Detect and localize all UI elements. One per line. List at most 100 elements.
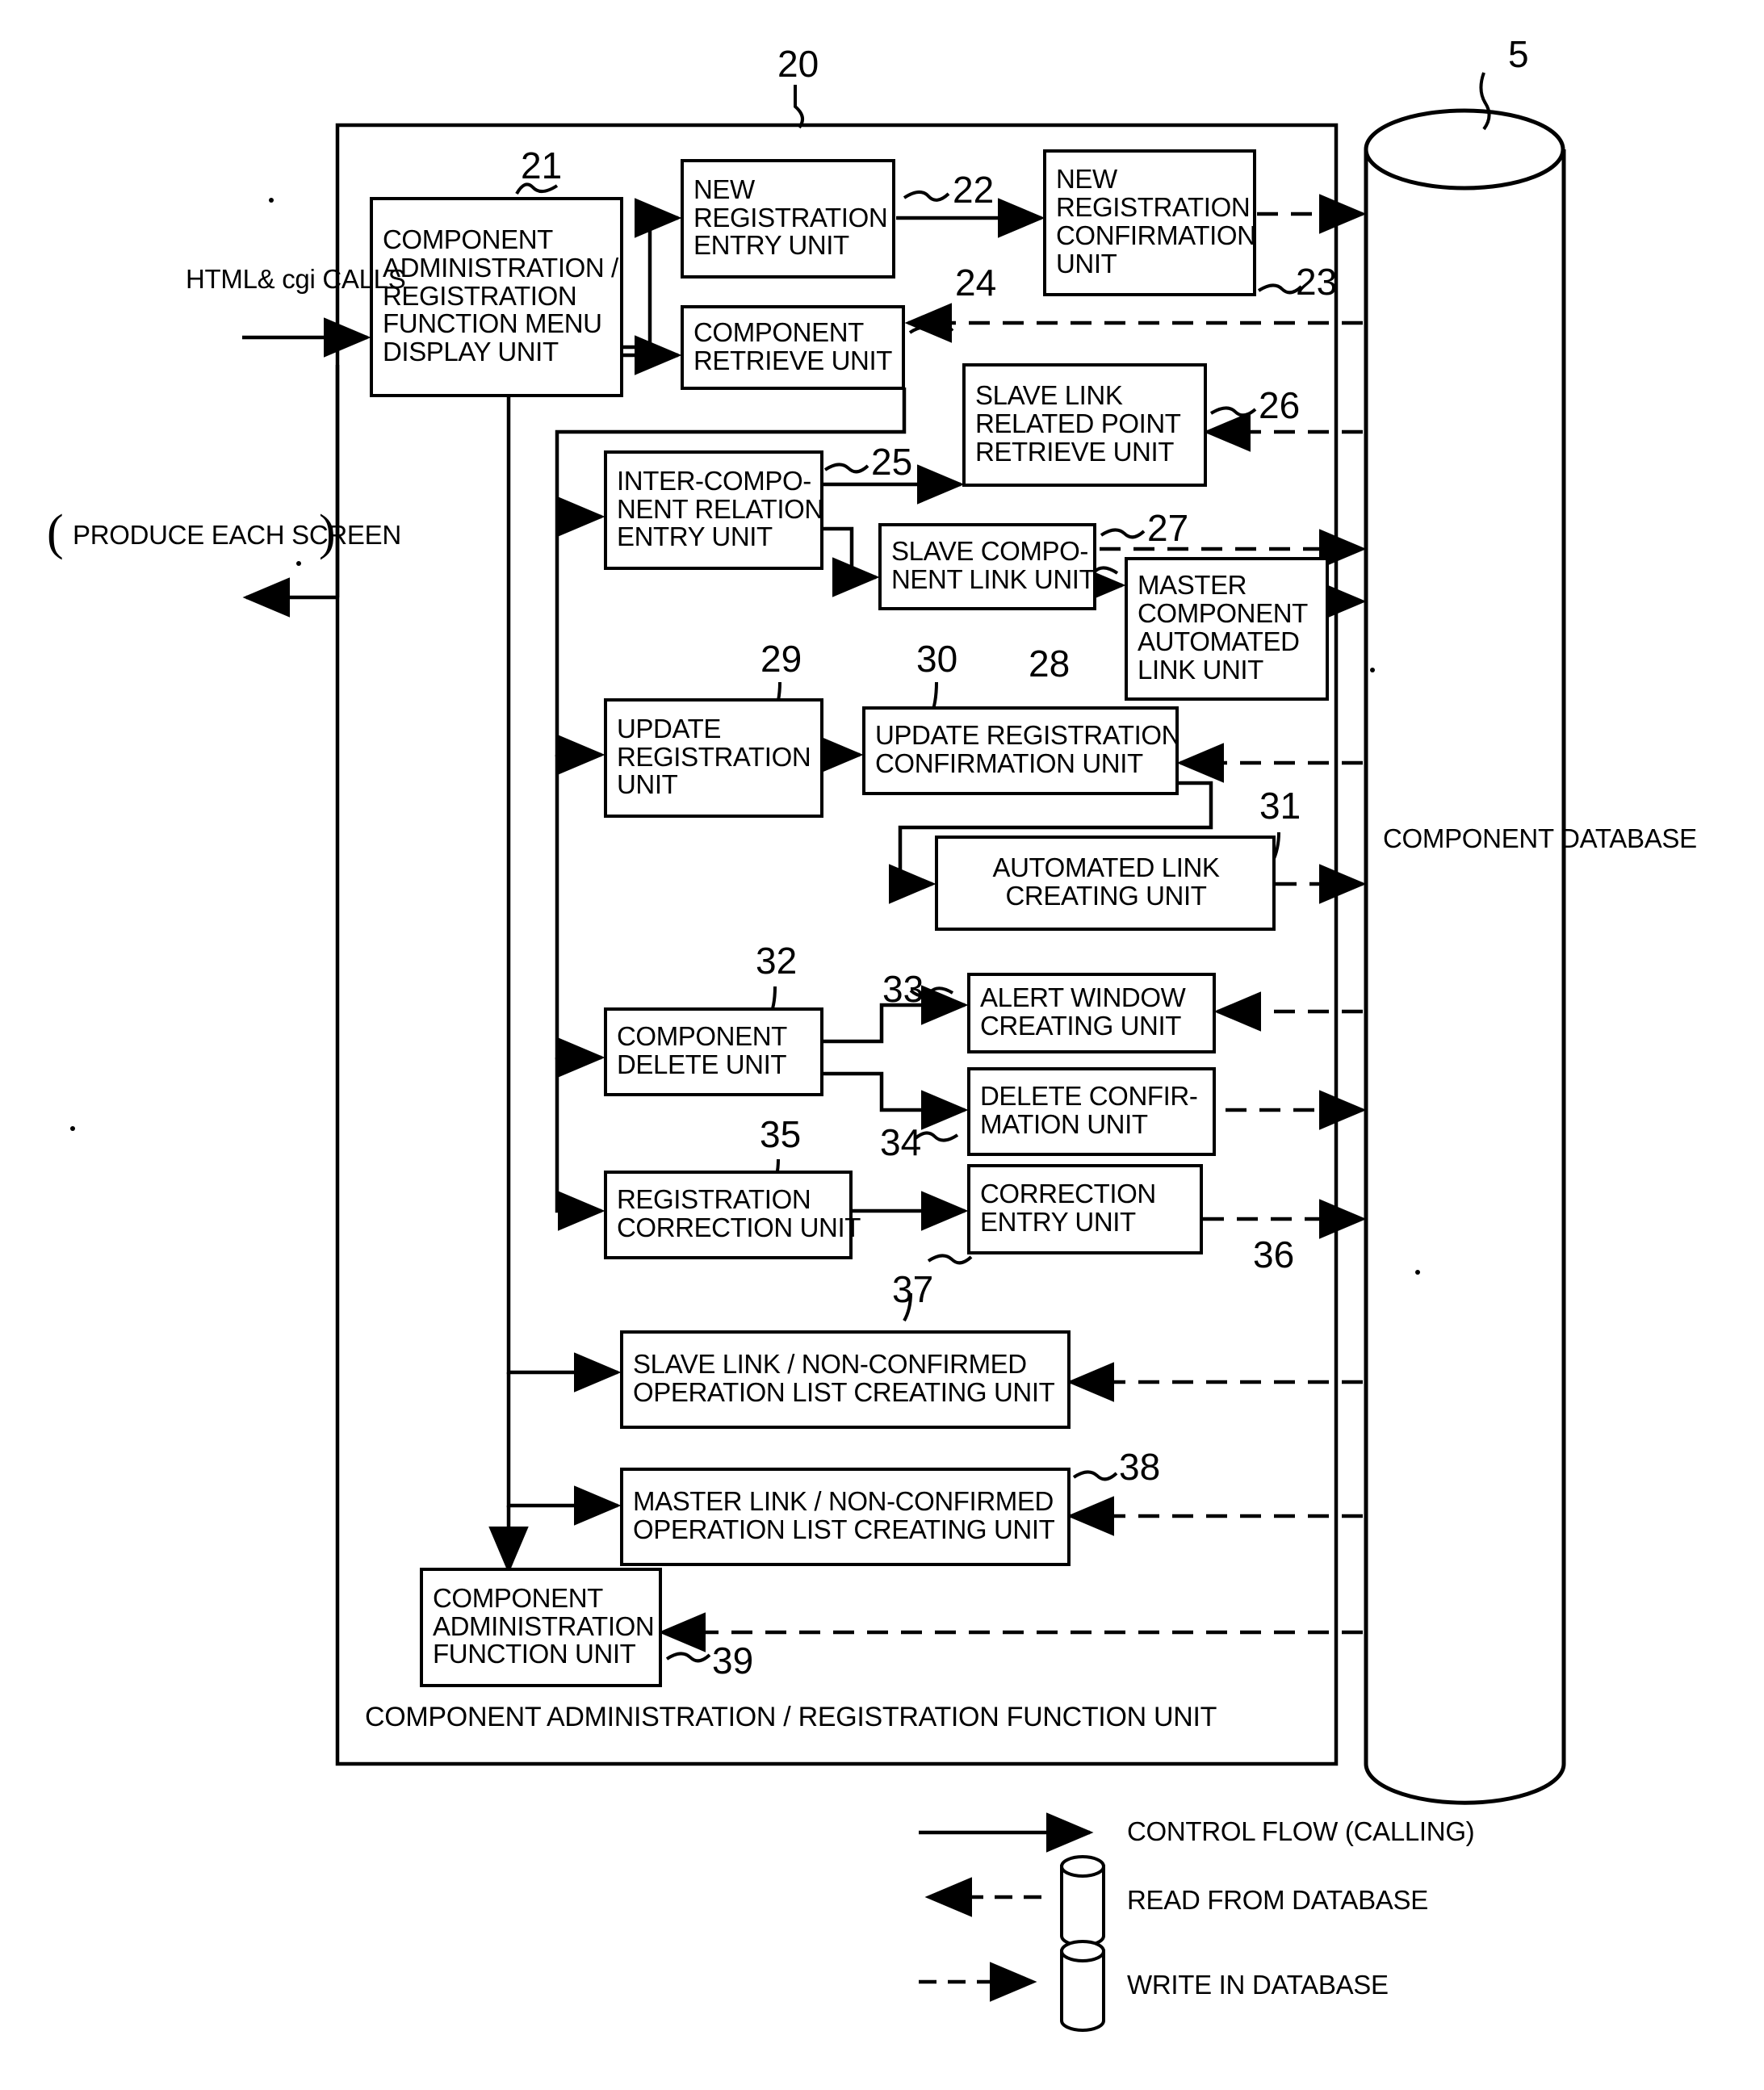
database-label-line-2: DATABASE [1561,823,1697,853]
block-37-line-2: OPERATION LIST CREATING UNIT [633,1377,1055,1407]
database-label: COMPONENT DATABASE [1383,823,1697,854]
block-29-update-registration-unit[interactable]: UPDATE REGISTRATION UNIT [604,698,823,818]
ref-number-29: 29 [760,638,802,680]
block-33-line-2: CREATING UNIT [980,1011,1182,1041]
block-37-slave-link-non-confirmed-operation-list-creating-unit[interactable]: SLAVE LINK / NON-CONFIRMED OPERATION LIS… [620,1330,1071,1429]
block-21-line-4: FUNCTION MENU [383,308,602,339]
block-29-line-3: UNIT [617,769,678,800]
ref-number-34: 34 [880,1121,922,1163]
block-25-inter-component-relation-entry-unit[interactable]: INTER-COMPO- NENT RELATION ENTRY UNIT [604,450,823,570]
block-23-line-3: CONFIRMATION [1056,220,1256,250]
ref-number-30: 30 [916,638,958,680]
block-27-slave-component-link-unit[interactable]: SLAVE COMPO- NENT LINK UNIT [878,523,1096,610]
block-24-line-2: RETRIEVE UNIT [693,345,892,375]
legend-read-from-database-label: READ FROM DATABASE [1127,1885,1428,1915]
paren-close-glyph: ) [319,505,336,560]
block-36-line-1: CORRECTION [980,1179,1156,1209]
block-34-delete-confirmation-unit[interactable]: DELETE CONFIR- MATION UNIT [967,1067,1216,1156]
legend-control-flow-label: CONTROL FLOW (CALLING) [1127,1816,1475,1846]
block-25-line-1: INTER-COMPO- [617,465,811,496]
block-30-line-2: CONFIRMATION UNIT [875,748,1143,778]
block-22-line-3: ENTRY UNIT [693,230,849,261]
block-30-line-1: UPDATE REGISTRATION [875,720,1181,751]
block-35-line-1: REGISTRATION [617,1184,811,1215]
block-39-line-1: COMPONENT [433,1582,603,1613]
ref-number-5: 5 [1508,33,1529,75]
block-38-line-2: OPERATION LIST CREATING UNIT [633,1514,1055,1544]
block-23-line-1: NEW [1056,164,1117,195]
block-22-line-1: NEW [693,174,755,204]
block-25-line-2: NENT RELATION [617,493,823,524]
output-label-line-2: SCREEN [291,520,401,550]
block-36-line-2: ENTRY UNIT [980,1207,1136,1237]
ref-number-24: 24 [955,262,997,304]
block-31-automated-link-creating-unit[interactable]: AUTOMATED LINK CREATING UNIT [935,836,1276,931]
ref-number-25: 25 [871,441,913,483]
ref-number-31: 31 [1259,785,1301,827]
ref-number-35: 35 [760,1113,802,1155]
block-31-line-1: AUTOMATED LINK [992,852,1220,883]
block-31-line-2: CREATING UNIT [1005,881,1207,911]
ref-number-32: 32 [756,940,798,982]
block-39-line-2: ADMINISTRATION [433,1610,655,1641]
block-33-line-1: ALERT WINDOW [980,982,1186,1013]
block-34-line-1: DELETE CONFIR- [980,1081,1198,1112]
block-24-line-1: COMPONENT [693,316,864,347]
ref-number-23: 23 [1296,261,1338,303]
block-26-line-3: RETRIEVE UNIT [975,436,1174,467]
block-21-line-3: REGISTRATION [383,280,577,311]
block-27-line-2: NENT LINK UNIT [891,564,1096,594]
block-26-line-2: RELATED POINT [975,408,1181,439]
block-26-slave-link-related-point-retrieve-unit[interactable]: SLAVE LINK RELATED POINT RETRIEVE UNIT [962,363,1207,487]
block-30-update-registration-confirmation-unit[interactable]: UPDATE REGISTRATION CONFIRMATION UNIT [862,706,1181,795]
input-label-line-2: cgi CALLS [282,264,406,294]
block-21-line-2: ADMINISTRATION / [383,252,618,283]
block-23-line-2: REGISTRATION [1056,192,1251,223]
block-35-registration-correction-unit[interactable]: REGISTRATION CORRECTION UNIT [604,1171,861,1259]
outer-unit-caption: COMPONENT ADMINISTRATION / REGISTRATION … [365,1702,1217,1732]
block-38-line-1: MASTER LINK / NON-CONFIRMED [633,1486,1054,1517]
database-label-line-1: COMPONENT [1383,823,1554,853]
block-27-line-1: SLAVE COMPO- [891,536,1088,567]
ref-number-28: 28 [1029,643,1071,685]
block-28-line-3: AUTOMATED [1138,626,1300,656]
input-label-line-1: HTML& [186,264,275,294]
block-28-line-4: LINK UNIT [1138,654,1263,685]
paren-open-glyph: ( [47,505,64,560]
patent-figure: COMPONENT ADMINISTRATION / REGISTRATION … [0,0,1764,2090]
block-28-master-component-automated-link-unit[interactable]: MASTER COMPONENT AUTOMATED LINK UNIT [1125,557,1329,701]
block-24-component-retrieve-unit[interactable]: COMPONENT RETRIEVE UNIT [681,305,905,390]
ref-number-33: 33 [882,968,924,1010]
block-33-alert-window-creating-unit[interactable]: ALERT WINDOW CREATING UNIT [967,973,1216,1053]
block-21-line-1: COMPONENT [383,224,553,254]
block-21-component-administration-registration-function-menu-display-unit[interactable]: COMPONENT ADMINISTRATION / REGISTRATION … [370,197,623,397]
block-28-line-2: COMPONENT [1138,598,1308,629]
output-produce-each-screen-label: PRODUCE EACH SCREEN [73,520,401,551]
block-32-line-1: COMPONENT [617,1021,787,1052]
block-29-line-2: REGISTRATION [617,741,811,772]
input-html-cgi-calls-label: HTML& cgi CALLS [186,264,406,295]
block-21-line-5: DISPLAY UNIT [383,337,559,367]
block-39-component-administration-function-unit[interactable]: COMPONENT ADMINISTRATION FUNCTION UNIT [420,1568,662,1687]
block-22-line-2: REGISTRATION [693,202,888,232]
block-25-line-3: ENTRY UNIT [617,521,773,552]
block-23-line-4: UNIT [1056,248,1117,279]
output-label-line-1: PRODUCE EACH [73,520,285,550]
ref-number-37: 37 [892,1268,934,1310]
block-38-master-link-non-confirmed-operation-list-creating-unit[interactable]: MASTER LINK / NON-CONFIRMED OPERATION LI… [620,1468,1071,1566]
block-36-correction-entry-unit[interactable]: CORRECTION ENTRY UNIT [967,1164,1203,1254]
block-29-line-1: UPDATE [617,713,722,743]
block-35-line-2: CORRECTION UNIT [617,1213,861,1242]
ref-number-38: 38 [1119,1446,1161,1488]
block-37-line-1: SLAVE LINK / NON-CONFIRMED [633,1349,1027,1380]
block-23-new-registration-confirmation-unit[interactable]: NEW REGISTRATION CONFIRMATION UNIT [1043,149,1256,296]
ref-number-27: 27 [1147,507,1189,549]
ref-number-21: 21 [521,144,563,186]
block-22-new-registration-entry-unit[interactable]: NEW REGISTRATION ENTRY UNIT [681,159,895,279]
ref-number-39: 39 [712,1640,754,1682]
ref-number-26: 26 [1259,384,1301,426]
ref-number-22: 22 [953,169,995,211]
legend-write-in-database-label: WRITE IN DATABASE [1127,1970,1389,2000]
block-32-component-delete-unit[interactable]: COMPONENT DELETE UNIT [604,1007,823,1096]
block-34-line-2: MATION UNIT [980,1109,1148,1139]
